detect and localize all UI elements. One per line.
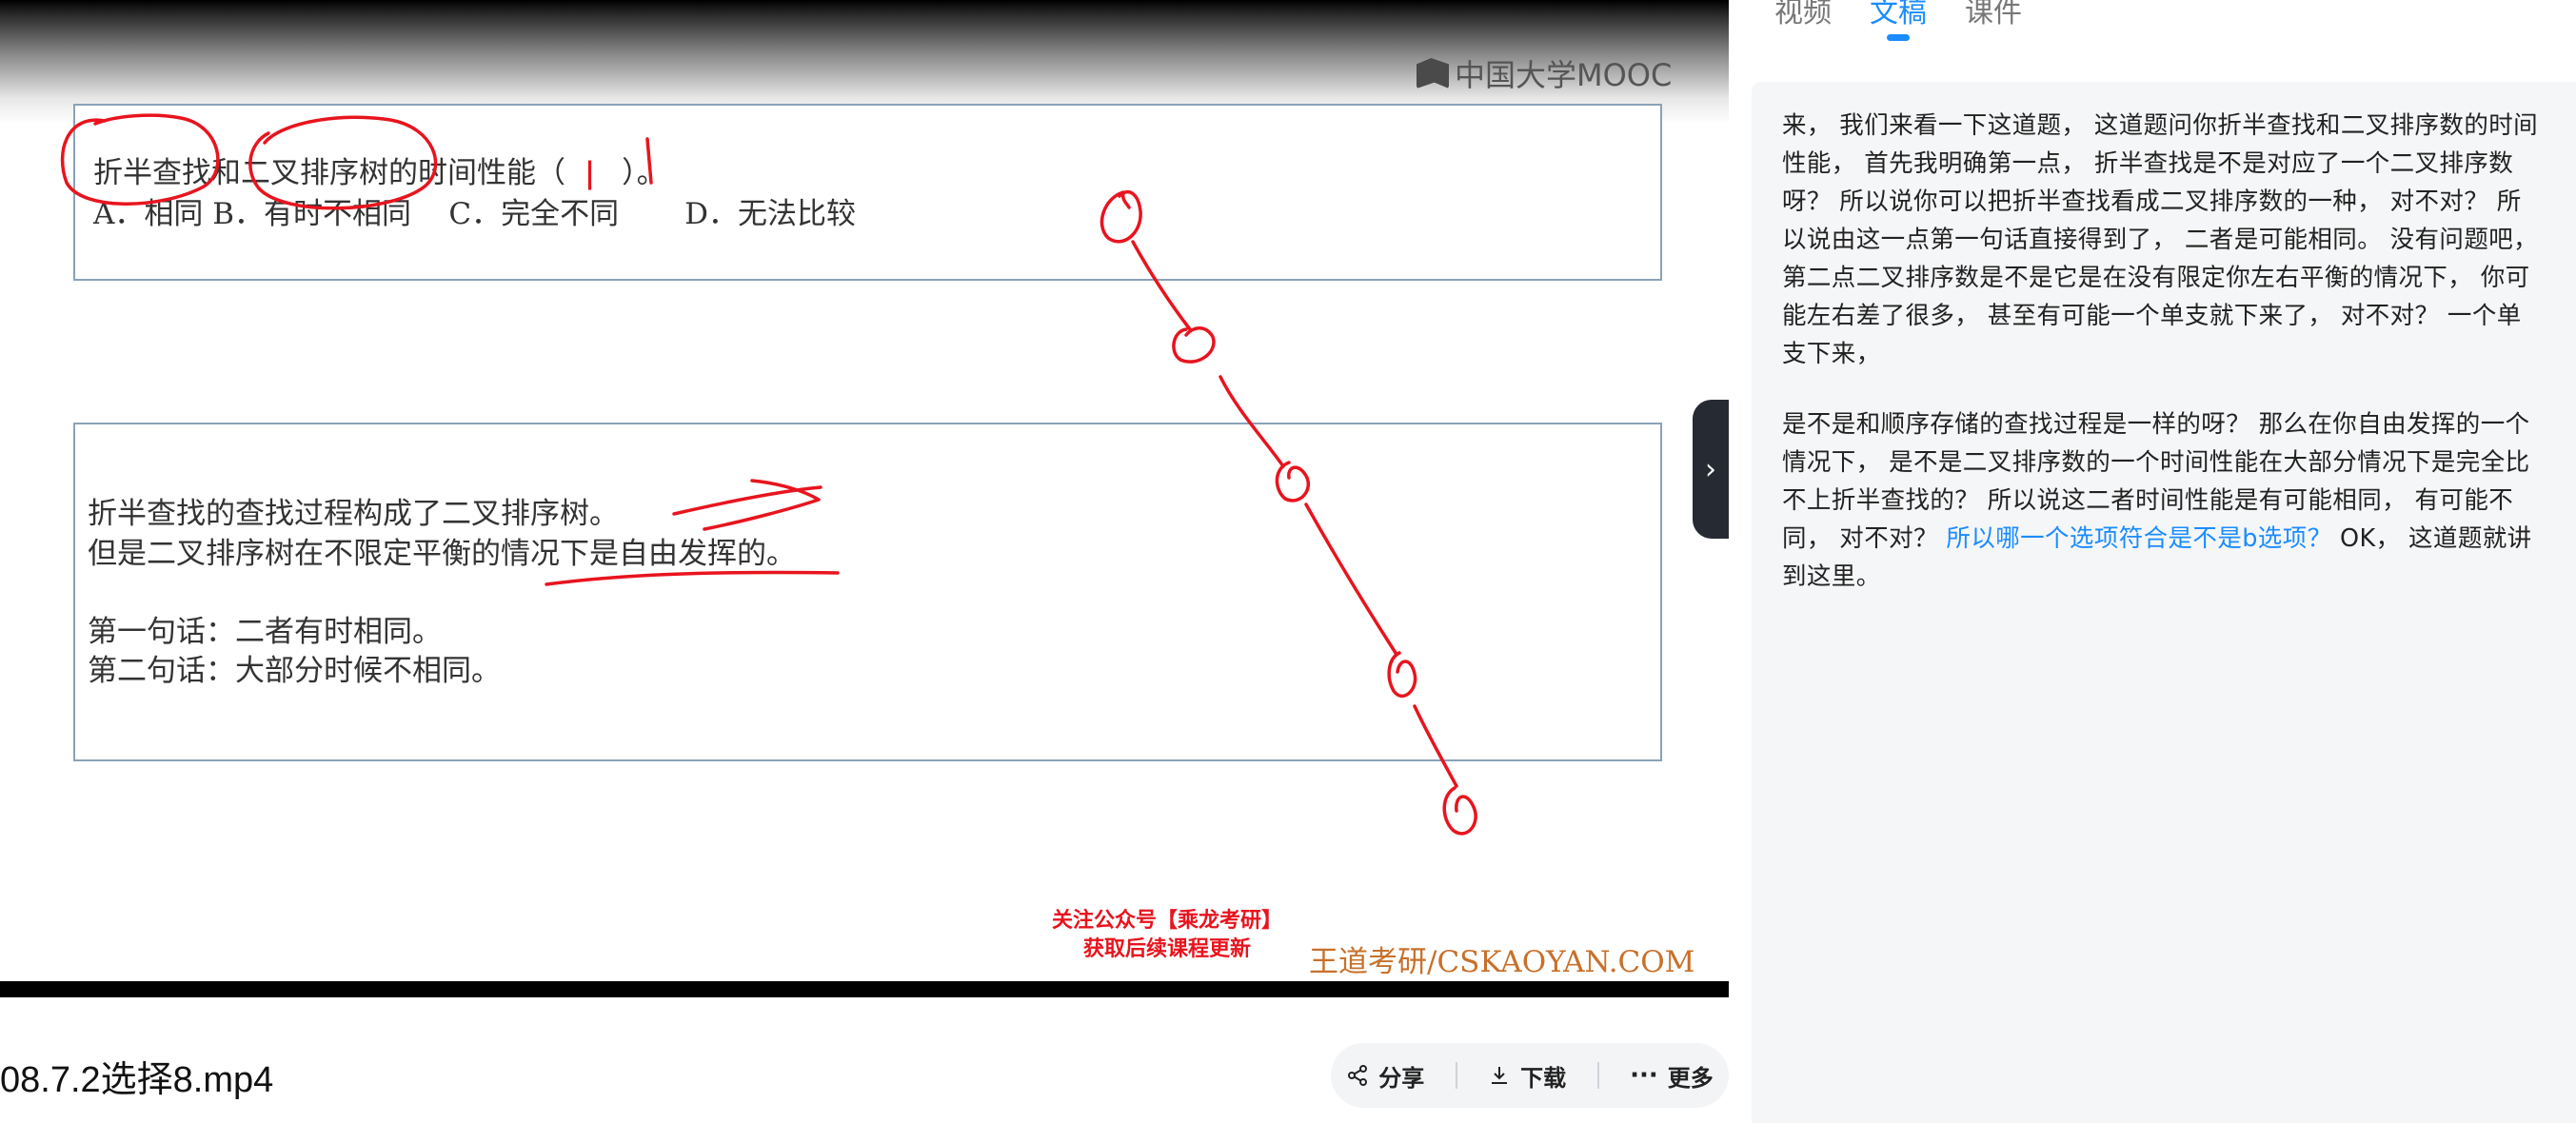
promo-line-2: 获取后续课程更新 bbox=[1083, 937, 1252, 961]
share-icon bbox=[1348, 1065, 1368, 1086]
explanation-line-4: 第二句话：大部分时候不相同。 bbox=[88, 654, 501, 688]
question-stem: 折半查找和二叉排序树的时间性能（ | ）。 bbox=[93, 148, 666, 191]
transcript-panel[interactable]: 来， 我们来看一下这道题， 这道题问你折半查找和二叉排序数的时间性能， 首先我明… bbox=[1752, 82, 2576, 1123]
explanation-line-3: 第一句话：二者有时相同。 bbox=[88, 615, 442, 649]
tab-transcript[interactable]: 文稿 bbox=[1870, 0, 1927, 46]
divider bbox=[1455, 1062, 1457, 1089]
action-bar: 分享 下载 ··· 更多 bbox=[1331, 1043, 1729, 1108]
explanation-line-2: 但是二叉排序树在不限定平衡的情况下是自由发挥的。 bbox=[88, 537, 796, 571]
video-progress-track[interactable] bbox=[0, 981, 1729, 997]
panel-toggle-button[interactable]: › bbox=[1693, 400, 1729, 539]
watermark-brand: 王道考研 bbox=[1309, 945, 1427, 979]
share-button[interactable]: 分享 bbox=[1346, 1059, 1424, 1093]
chevron-right-icon: › bbox=[1705, 452, 1716, 486]
transcript-paragraph-1: 来， 我们来看一下这道题， 这道题问你折半查找和二叉排序数的时间性能， 首先我明… bbox=[1782, 111, 2539, 368]
explanation-line-1: 折半查找的查找过程构成了二叉排序树。 bbox=[88, 497, 619, 531]
video-player[interactable]: 中国大学MOOC 折半查找和二叉排序树的时间性能（ | ）。 A．相同 B．有时不… bbox=[0, 0, 1729, 997]
question-stem-text: 折半查找和二叉排序树的时间性能（ bbox=[93, 156, 575, 190]
explanation-box bbox=[73, 423, 1662, 761]
question-options: A．相同 B．有时不相同 C．完全不同 D．无法比较 bbox=[93, 197, 856, 231]
tab-video[interactable]: 视频 bbox=[1774, 0, 1832, 46]
more-button[interactable]: ··· 更多 bbox=[1630, 1059, 1714, 1093]
panel-tabs: 视频 文稿 课件 bbox=[1774, 0, 2022, 57]
tab-courseware[interactable]: 课件 bbox=[1965, 0, 2022, 46]
transcript-paragraph-2: 是不是和顺序存储的查找过程是一样的呀？ 那么在你自由发挥的一个情况下， 是不是二… bbox=[1782, 405, 2544, 596]
transcript-current-sentence[interactable]: 所以哪一个选项符合是不是b选项？ bbox=[1946, 524, 2331, 553]
watermark: 王道考研/CSKAOYAN.COM bbox=[1309, 937, 1694, 980]
chain-node-2 bbox=[1172, 326, 1216, 364]
download-button[interactable]: 下载 bbox=[1488, 1059, 1566, 1093]
promo-text: 关注公众号【乘龙考研】 获取后续课程更新 bbox=[1052, 907, 1282, 964]
mooc-logo-icon bbox=[1417, 58, 1449, 89]
video-filename: 08.7.2选择8.mp4 bbox=[0, 1060, 274, 1100]
promo-line-1: 关注公众号【乘龙考研】 bbox=[1052, 909, 1283, 933]
watermark-site: /CSKAOYAN.COM bbox=[1427, 945, 1695, 979]
more-icon: ··· bbox=[1630, 1061, 1658, 1090]
more-label: 更多 bbox=[1667, 1064, 1714, 1092]
divider bbox=[1596, 1062, 1599, 1089]
mooc-logo: 中国大学MOOC bbox=[1417, 51, 1672, 95]
answer-mark: | bbox=[584, 156, 596, 190]
download-icon bbox=[1492, 1067, 1508, 1084]
mooc-logo-text: 中国大学MOOC bbox=[1455, 57, 1673, 93]
question-stem-end: ）。 bbox=[622, 156, 666, 190]
chain-node-5 bbox=[1442, 786, 1477, 836]
share-label: 分享 bbox=[1378, 1064, 1425, 1092]
download-label: 下载 bbox=[1520, 1064, 1567, 1092]
